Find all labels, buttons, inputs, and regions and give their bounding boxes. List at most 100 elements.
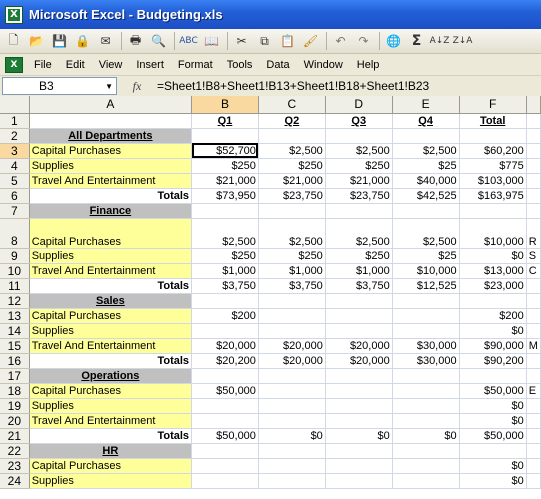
menu-insert[interactable]: Insert [129,59,171,71]
menu-edit[interactable]: Edit [59,59,92,71]
row-header[interactable]: 11 [0,278,30,294]
save-icon[interactable]: 💾 [49,31,70,51]
cell-d[interactable] [325,443,393,459]
column-header-c[interactable]: C [258,96,326,114]
cell-c[interactable] [258,368,326,384]
cell-f[interactable]: $90,000 [459,338,527,354]
cell-a[interactable]: Capital Purchases [29,143,193,159]
row-header[interactable]: 24 [0,473,30,489]
cell-d[interactable] [325,413,393,429]
row-header[interactable]: 21 [0,428,30,444]
cell-c[interactable] [258,128,326,144]
select-all-corner[interactable] [0,96,30,114]
cell-d[interactable] [325,383,393,399]
cell-e[interactable]: $12,525 [392,278,460,294]
cell-e[interactable] [392,473,460,489]
cell-d[interactable] [325,308,393,324]
cell-g[interactable]: R [526,218,541,249]
cell-e[interactable]: $2,500 [392,143,460,159]
cell-a[interactable]: Supplies [29,323,193,339]
cell-a[interactable]: Totals [29,278,193,294]
cell-g[interactable] [526,413,541,429]
row-header[interactable]: 12 [0,293,30,309]
cell-g[interactable] [526,308,541,324]
cell-f[interactable]: $10,000 [459,218,527,249]
spelling-icon[interactable]: ABC [178,31,199,51]
column-header-a[interactable]: A [29,96,193,114]
cell-f[interactable]: $13,000 [459,263,527,279]
cell-d[interactable] [325,128,393,144]
cell-f[interactable]: $23,000 [459,278,527,294]
cell-e[interactable]: $10,000 [392,263,460,279]
row-header[interactable]: 20 [0,413,30,429]
cell-a[interactable]: Supplies [29,248,193,264]
formula-input[interactable]: =Sheet1!B8+Sheet1!B13+Sheet1!B18+Sheet1!… [157,79,429,93]
cell-g[interactable] [526,143,541,159]
row-header[interactable]: 18 [0,383,30,399]
cell-f[interactable] [459,203,527,219]
cell-g[interactable] [526,173,541,189]
cell-f[interactable]: $163,975 [459,188,527,204]
cell-d[interactable]: Q3 [325,113,393,129]
row-header[interactable]: 3 [0,143,30,159]
cell-c[interactable]: $0 [258,428,326,444]
menu-help[interactable]: Help [350,59,387,71]
research-icon[interactable]: 📖 [201,31,222,51]
autosum-icon[interactable]: Σ [406,31,427,51]
cell-g[interactable] [526,398,541,414]
cell-g[interactable] [526,278,541,294]
new-icon[interactable]: 🗋 [3,31,24,51]
open-icon[interactable]: 📂 [26,31,47,51]
row-header[interactable]: 17 [0,368,30,384]
row-header[interactable]: 14 [0,323,30,339]
cell-b[interactable]: $21,000 [191,173,259,189]
cell-d[interactable]: $21,000 [325,173,393,189]
cell-e[interactable] [392,203,460,219]
cell-b[interactable]: $20,200 [191,353,259,369]
cell-f[interactable]: $0 [459,323,527,339]
cell-f[interactable] [459,443,527,459]
cell-g[interactable] [526,158,541,174]
cell-d[interactable]: $1,000 [325,263,393,279]
cell-b[interactable]: $1,000 [191,263,259,279]
cell-d[interactable] [325,458,393,474]
cell-a[interactable]: Travel And Entertainment [29,338,193,354]
cell-a[interactable]: HR [29,443,193,459]
cell-d[interactable] [325,473,393,489]
excel-app-icon[interactable]: X [5,5,23,24]
menu-format[interactable]: Format [171,59,220,71]
cell-d[interactable] [325,293,393,309]
cell-a[interactable]: Capital Purchases [29,383,193,399]
cell-g[interactable] [526,368,541,384]
cell-b[interactable] [191,458,259,474]
row-header[interactable]: 22 [0,443,30,459]
cell-f[interactable]: $0 [459,398,527,414]
cell-c[interactable]: $250 [258,158,326,174]
name-box[interactable]: B3 ▼ [2,77,117,95]
cell-b[interactable] [191,413,259,429]
cell-d[interactable]: $250 [325,248,393,264]
cell-b[interactable]: $200 [191,308,259,324]
cell-f[interactable] [459,368,527,384]
cell-b[interactable] [191,128,259,144]
cell-d[interactable]: $0 [325,428,393,444]
row-header[interactable]: 6 [0,188,30,204]
row-header[interactable]: 16 [0,353,30,369]
cell-e[interactable]: $30,000 [392,338,460,354]
cell-f[interactable]: $775 [459,158,527,174]
cell-a[interactable]: Travel And Entertainment [29,413,193,429]
cell-c[interactable]: $250 [258,248,326,264]
sort-descending-icon[interactable]: Z↓A [452,31,473,51]
cell-d[interactable]: $3,750 [325,278,393,294]
cell-g[interactable] [526,323,541,339]
cell-e[interactable]: $40,000 [392,173,460,189]
cell-g[interactable]: S [526,248,541,264]
cell-c[interactable] [258,323,326,339]
cell-b[interactable] [191,293,259,309]
cell-c[interactable] [258,293,326,309]
cell-b[interactable]: $20,000 [191,338,259,354]
email-icon[interactable]: ✉ [95,31,116,51]
cell-b[interactable]: $52,700 [191,143,259,159]
cell-a[interactable]: Totals [29,353,193,369]
cell-e[interactable]: Q4 [392,113,460,129]
